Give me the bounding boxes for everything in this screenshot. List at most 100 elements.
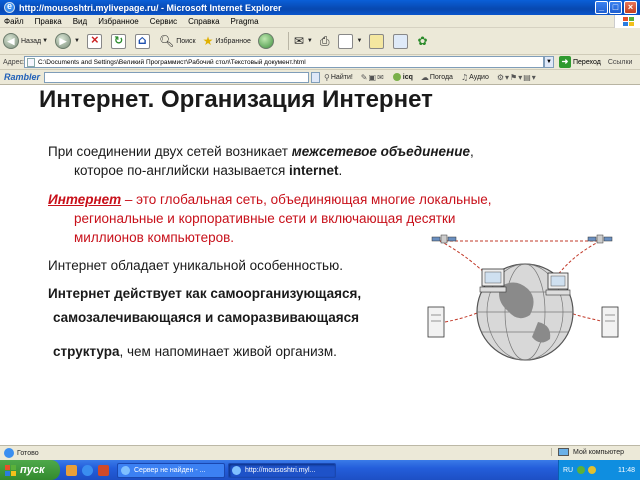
star-icon: ★: [202, 34, 214, 48]
chevron-down-icon: ▼: [74, 38, 80, 44]
ie-icon: [4, 1, 15, 13]
page-status-icon: [4, 448, 14, 458]
clock: 11:48: [618, 466, 635, 474]
search-button[interactable]: 🔍︎ Поиск: [159, 34, 196, 48]
toolbar-separator: [287, 32, 289, 50]
notes-icon: [369, 33, 385, 49]
paragraph-self-healing: самозалечивающаяся и саморазвивающаяся: [53, 310, 360, 325]
back-arrow-icon: ◀: [3, 33, 19, 49]
icq-flower-icon: [392, 73, 401, 81]
text-span: При соединении двух сетей возникает: [48, 144, 292, 159]
edit-button[interactable]: ▼: [338, 33, 362, 49]
menu-file[interactable]: Файл: [4, 17, 24, 26]
back-button[interactable]: ◀ Назад ▼: [3, 33, 48, 49]
task-label: Сервер не найден - ...: [134, 466, 206, 474]
menu-view[interactable]: Вид: [73, 17, 87, 26]
rambler-search-dropdown[interactable]: [311, 71, 321, 83]
rambler-tools[interactable]: ✎ ▣ ✉: [361, 73, 385, 82]
close-button[interactable]: ×: [624, 1, 637, 14]
discuss-button[interactable]: [369, 33, 386, 49]
research-icon: ✿: [417, 34, 428, 48]
maximize-button[interactable]: □: [609, 1, 622, 14]
go-arrow-icon: ➜: [559, 56, 571, 68]
security-zone: Мой компьютер: [551, 448, 624, 456]
address-value: C:\Documents and Settings\Великий Програ…: [38, 58, 306, 66]
chevron-down-icon: ▾: [518, 72, 523, 82]
paragraph-definition: При соединении двух сетей возникает межс…: [48, 142, 474, 180]
favorites-button[interactable]: ★ Избранное: [203, 34, 251, 48]
research-button[interactable]: ✿: [417, 34, 429, 48]
forward-arrow-icon: ▶: [55, 33, 72, 49]
search-icon: 🔍︎: [158, 34, 175, 48]
edit-page-icon: [338, 33, 354, 49]
home-button[interactable]: [134, 33, 152, 49]
address-input[interactable]: C:\Documents and Settings\Великий Програ…: [24, 56, 544, 68]
task-button-active[interactable]: http://mousoshtri.myl...: [228, 462, 336, 478]
menu-tools[interactable]: Сервис: [150, 17, 177, 26]
windows-logo-icon: [614, 15, 640, 28]
zone-label: Мой компьютер: [573, 448, 624, 456]
language-indicator[interactable]: RU: [563, 467, 573, 474]
opera-icon[interactable]: [98, 464, 109, 476]
quick-launch: [66, 464, 114, 476]
menu-favorites[interactable]: Избранное: [98, 17, 139, 26]
menu-pragma[interactable]: Pragma: [231, 17, 259, 26]
messenger-button[interactable]: [393, 33, 410, 49]
links-button[interactable]: Ссылки: [608, 59, 633, 66]
task-label: http://mousoshtri.myl...: [245, 466, 316, 474]
tray-icon[interactable]: [577, 466, 586, 474]
tray-icon[interactable]: [588, 466, 597, 474]
menu-edit[interactable]: Правка: [35, 17, 62, 26]
go-label: Переход: [573, 58, 601, 66]
rambler-extra-buttons[interactable]: ⚙ ▾ ⚑ ▾ ▤ ▾: [497, 73, 537, 82]
back-label: Назад: [21, 37, 42, 45]
rambler-weather-button[interactable]: ☁ Погода: [421, 73, 453, 82]
system-tray: RU 11:48: [558, 460, 640, 480]
rambler-weather-label: Погода: [429, 73, 453, 81]
media-button[interactable]: [257, 33, 276, 49]
stop-button[interactable]: [86, 32, 104, 49]
start-label: пуск: [20, 464, 45, 476]
rambler-icq-label: icq: [402, 73, 413, 81]
menu-help[interactable]: Справка: [188, 17, 219, 26]
chevron-down-icon: ▼: [306, 38, 313, 44]
paragraph-continuation: региональные и корпоративные сети и вклю…: [74, 211, 456, 226]
news-icon: ▤: [523, 72, 531, 82]
text-span: , чем напоминает живой организм.: [119, 344, 337, 359]
task-button[interactable]: Сервер не найден - ...: [117, 462, 225, 478]
mail-icon: ✉: [293, 34, 304, 48]
printer-icon: ⎙: [319, 33, 330, 48]
rambler-icq-button[interactable]: icq: [392, 73, 413, 81]
bookmark-icon: ⚑: [510, 72, 518, 82]
slide-title: Интернет. Организация Интернет: [39, 86, 433, 113]
refresh-icon: [110, 33, 126, 49]
rambler-logo[interactable]: Rambler: [4, 72, 40, 82]
paragraph-self-organizing: Интернет действует как самоорганизующаяс…: [48, 286, 362, 301]
computer-right-icon: [545, 272, 571, 296]
address-dropdown[interactable]: ▼: [544, 56, 554, 68]
forward-button[interactable]: ▶ ▼: [55, 33, 80, 49]
rambler-search-input[interactable]: [44, 71, 310, 83]
quick-launch-icon[interactable]: [66, 464, 77, 476]
rambler-audio-button[interactable]: ♫ Аудио: [461, 73, 489, 82]
status-text: Готово: [17, 449, 39, 457]
start-button[interactable]: пуск: [0, 460, 60, 480]
rambler-find-button[interactable]: ⚲ Найти!: [324, 73, 353, 82]
mail-button[interactable]: ✉ ▼: [294, 34, 313, 48]
rambler-toolbar: Rambler ⚲ Найти! ✎ ▣ ✉ icq ☁ Погода ♫ Ау…: [0, 70, 640, 85]
minimize-button[interactable]: _: [595, 1, 608, 14]
menu-bar: Файл Правка Вид Избранное Сервис Справка…: [0, 15, 640, 28]
settings-icon: ⚙: [496, 72, 505, 82]
ie-icon: [121, 465, 130, 475]
stop-icon: [86, 32, 102, 49]
title-bar: http://mousoshtri.mylivepage.ru/ - Micro…: [0, 0, 640, 15]
refresh-button[interactable]: [110, 33, 128, 49]
print-button[interactable]: ⎙: [320, 34, 332, 49]
go-button[interactable]: ➜ Переход: [559, 56, 601, 68]
paragraph-continuation: которое по-английски называется internet…: [48, 161, 474, 180]
text-span: которое по-английски называется: [74, 163, 290, 178]
ie-icon[interactable]: [82, 464, 93, 476]
status-bar: Готово Мой компьютер: [0, 445, 640, 460]
ie-window: http://mousoshtri.mylivepage.ru/ - Micro…: [0, 0, 640, 480]
term-internet: Интернет: [48, 192, 122, 207]
